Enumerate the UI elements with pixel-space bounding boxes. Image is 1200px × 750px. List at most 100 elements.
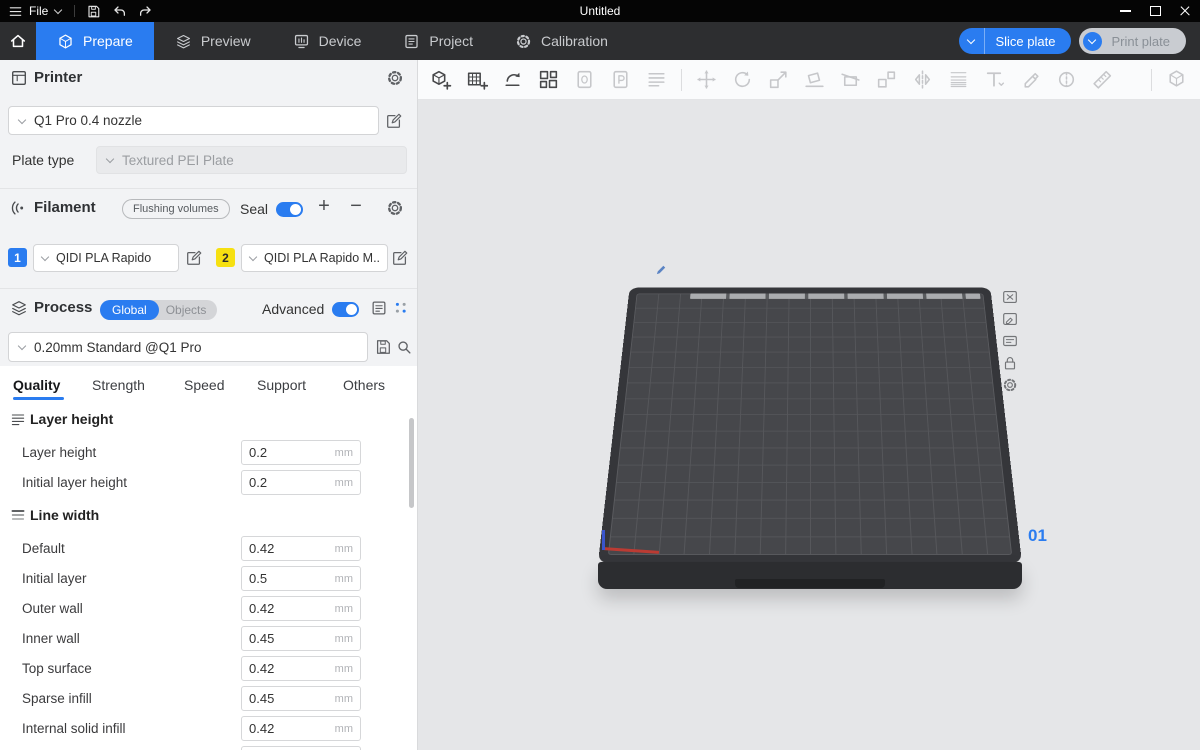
- printer-edit-icon[interactable]: [385, 112, 403, 130]
- param-row-sparse-infill: Sparse infill 0.45 mm: [0, 686, 417, 711]
- tab-project[interactable]: Project: [382, 22, 494, 60]
- param-input[interactable]: 0.45 mm: [241, 626, 361, 651]
- param-value: 0.42: [249, 601, 274, 616]
- process-scope-switch[interactable]: Global Objects: [100, 300, 217, 320]
- tab-prepare[interactable]: Prepare: [36, 22, 154, 60]
- sidebar-scrollbar[interactable]: [409, 418, 414, 508]
- maximize-button[interactable]: [1140, 0, 1170, 22]
- seal-toggle[interactable]: [276, 202, 303, 217]
- search-icon[interactable]: [395, 338, 413, 356]
- param-value: 0.42: [249, 661, 274, 676]
- z-axis-indicator: [602, 530, 605, 550]
- tab-device[interactable]: Device: [272, 22, 383, 60]
- auto-orient-icon[interactable]: [501, 68, 524, 91]
- filament-1-badge[interactable]: 1: [8, 248, 27, 267]
- param-input[interactable]: 0.2 mm: [241, 440, 361, 465]
- build-plate[interactable]: [598, 203, 1022, 563]
- printer-preset-dropdown[interactable]: Q1 Pro 0.4 nozzle: [8, 106, 379, 135]
- redo-button[interactable]: [138, 4, 153, 19]
- tab-strength[interactable]: Strength: [92, 375, 145, 395]
- param-unit: mm: [335, 663, 353, 675]
- param-value: 0.2: [249, 445, 267, 460]
- arrange-icon[interactable]: [537, 68, 560, 91]
- plate-lock-icon[interactable]: [1000, 354, 1020, 372]
- plate-edit-icon[interactable]: [1000, 310, 1020, 328]
- section-divider: [0, 288, 417, 289]
- slice-plate-button[interactable]: Slice plate: [959, 28, 1071, 54]
- home-button[interactable]: [0, 22, 36, 60]
- printer-icon: [10, 69, 28, 87]
- move-icon: [695, 68, 718, 91]
- build-plate-grid: [608, 294, 1012, 555]
- add-plate-icon[interactable]: [465, 68, 488, 91]
- plate-type-dropdown[interactable]: Textured PEI Plate: [96, 146, 407, 174]
- file-menu[interactable]: File: [8, 4, 63, 19]
- slice-dropdown-chevron[interactable]: [959, 28, 985, 54]
- filament-2-badge[interactable]: 2: [216, 248, 235, 267]
- slice-plate-label: Slice plate: [985, 34, 1071, 49]
- preview-icon: [175, 33, 192, 50]
- tab-others[interactable]: Others: [343, 375, 385, 395]
- seal-label: Seal: [240, 201, 268, 217]
- tab-speed[interactable]: Speed: [184, 375, 224, 395]
- printer-settings-gear-icon[interactable]: [386, 69, 404, 87]
- param-row-initial-layer: Initial layer 0.5 mm: [0, 566, 417, 591]
- scope-global-option[interactable]: Global: [100, 300, 159, 320]
- tab-quality[interactable]: Quality: [13, 375, 60, 395]
- plate-delete-icon[interactable]: [1000, 288, 1020, 306]
- param-input[interactable]: 0.42 mm: [241, 596, 361, 621]
- build-plate-surface[interactable]: [598, 288, 1022, 563]
- add-object-icon[interactable]: [429, 68, 452, 91]
- minimize-button[interactable]: [1110, 0, 1140, 22]
- advanced-toggle[interactable]: [332, 302, 359, 317]
- save-preset-icon[interactable]: [374, 338, 392, 356]
- scope-objects-option[interactable]: Objects: [159, 303, 218, 317]
- param-input[interactable]: 0.42 mm: [241, 716, 361, 741]
- process-section-title: Process: [34, 298, 92, 318]
- add-filament-button[interactable]: +: [312, 194, 336, 218]
- viewport-3d[interactable]: 01: [417, 100, 1200, 750]
- plate-name-icon[interactable]: [1000, 332, 1020, 350]
- line-width-group-icon: [10, 507, 26, 523]
- filament-2-edit-icon[interactable]: [391, 249, 409, 267]
- process-preset-dropdown[interactable]: 0.20mm Standard @Q1 Pro: [8, 332, 368, 362]
- print-plate-button[interactable]: Print plate: [1079, 28, 1186, 54]
- tab-preview[interactable]: Preview: [154, 22, 272, 60]
- param-input[interactable]: 0.2 mm: [241, 470, 361, 495]
- filament-1-edit-icon[interactable]: [185, 249, 203, 267]
- toolbar-separator: [681, 69, 682, 91]
- print-dropdown-chevron[interactable]: [1083, 32, 1102, 51]
- doc-p-icon: [609, 68, 632, 91]
- tab-calibration[interactable]: Calibration: [494, 22, 629, 60]
- param-label: Default: [22, 536, 65, 561]
- param-input[interactable]: 0.42 mm: [241, 536, 361, 561]
- param-input[interactable]: 0.5 mm: [241, 566, 361, 591]
- plate-settings-icon[interactable]: [1000, 376, 1020, 394]
- close-button[interactable]: [1170, 0, 1200, 22]
- param-label: Layer height: [22, 440, 96, 465]
- hamburger-icon: [8, 4, 23, 19]
- undo-button[interactable]: [112, 4, 127, 19]
- filament-section-title: Filament: [34, 198, 96, 218]
- plate-number-label[interactable]: 01: [1028, 526, 1047, 546]
- filament-2-dropdown[interactable]: QIDI PLA Rapido M...: [241, 244, 388, 272]
- plate-type-value: Textured PEI Plate: [122, 153, 234, 168]
- param-input[interactable]: 0.42 mm: [241, 656, 361, 681]
- filament-1-dropdown[interactable]: QIDI PLA Rapido: [33, 244, 179, 272]
- scale-icon: [767, 68, 790, 91]
- objects-table-icon[interactable]: [392, 299, 410, 317]
- remove-filament-button[interactable]: −: [344, 194, 368, 218]
- tab-calibration-label: Calibration: [541, 33, 608, 49]
- flushing-volumes-button[interactable]: Flushing volumes: [122, 199, 230, 219]
- filament-1-name: QIDI PLA Rapido: [56, 251, 151, 265]
- param-input-partial[interactable]: [241, 746, 361, 750]
- plate-rename-pencil-icon[interactable]: [655, 263, 668, 276]
- tab-support[interactable]: Support: [257, 375, 306, 395]
- param-input[interactable]: 0.45 mm: [241, 686, 361, 711]
- active-tab-underline: [13, 397, 64, 400]
- filament-settings-gear-icon[interactable]: [386, 199, 404, 217]
- plate-type-label: Plate type: [12, 146, 74, 174]
- save-button[interactable]: [86, 4, 101, 19]
- process-list-icon[interactable]: [370, 299, 388, 317]
- param-value: 0.2: [249, 475, 267, 490]
